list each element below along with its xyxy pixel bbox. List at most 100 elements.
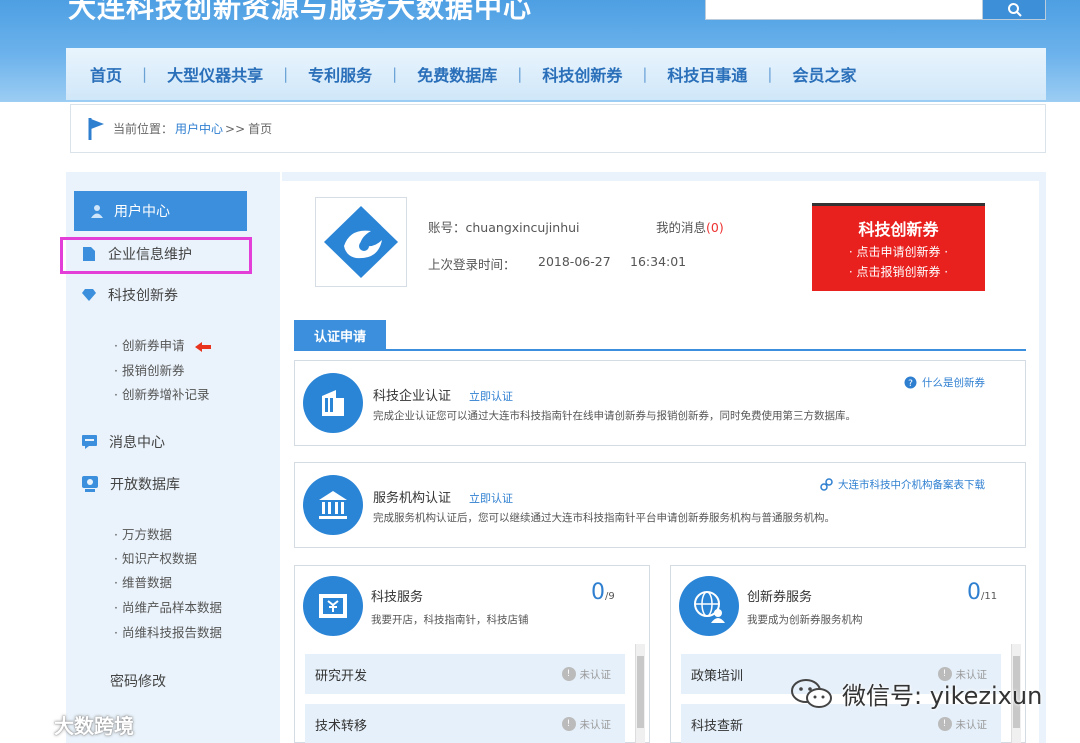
sidebar-subitem-voucher-reimburse[interactable]: · 报销创新券 (114, 360, 184, 379)
sidebar-item-open-database[interactable]: 开放数据库 (82, 474, 180, 494)
link-text: 大连市科技中介机构备案表下载 (838, 479, 985, 491)
service-row-tech-transfer[interactable]: 技术转移 ! 未认证 (305, 704, 625, 743)
sidebar-item-change-password[interactable]: 密码修改 (110, 671, 166, 691)
building-icon (303, 373, 363, 433)
nav-tech-encyclopedia[interactable]: 科技百事通 (647, 62, 767, 86)
messages-count: (0) (706, 220, 724, 235)
sidebar-subitem-wanfang[interactable]: · 万方数据 (114, 524, 172, 543)
company-logo-icon (324, 206, 398, 278)
watermark-text: 大数跨境 (54, 714, 134, 738)
search-input[interactable] (705, 0, 983, 20)
count-value: 0 (967, 580, 981, 605)
highlight-annotation (60, 237, 252, 274)
wechat-icon (791, 678, 832, 708)
messages-label: 我的消息 (656, 220, 707, 235)
breadcrumb: 当前位置： 用户中心 >> 首页 (70, 104, 1046, 153)
nav-patent-service[interactable]: 专利服务 (288, 62, 392, 86)
user-icon (91, 205, 103, 218)
bank-icon (303, 475, 363, 535)
status-text: 未认证 (579, 718, 612, 731)
info-icon: ! (561, 717, 576, 731)
certify-now-link[interactable]: 立即认证 (469, 390, 513, 403)
card-description: 完成企业认证您可以通过大连市科技指南针在线申请创新券与报销创新券，同时免费使用第… (373, 410, 856, 422)
innovation-voucher-banner: 科技创新券 · 点击申请创新券 · · 点击报销创新券 · (812, 203, 985, 291)
agency-form-download-link[interactable]: 大连市科技中介机构备案表下载 (820, 477, 985, 492)
tab-underline (294, 349, 1026, 351)
breadcrumb-user-center-link[interactable]: 用户中心 (175, 120, 223, 137)
card-description: 完成服务机构认证后，您可以继续通过大连市科技指南针平台申请创新券服务机构与普通服… (373, 512, 835, 524)
globe-user-icon (679, 576, 739, 636)
tab-certification[interactable]: 认证申请 (294, 320, 386, 350)
sidebar-item-label: 科技创新券 (108, 288, 178, 304)
site-header: 大连科技创新资源与服务大数据中心 首页 | 大型仪器共享 | 专利服务 | 免费… (0, 0, 1080, 102)
last-login-label: 上次登录时间： (428, 257, 516, 272)
card-title-text: 科技企业认证 (373, 389, 452, 404)
search-button[interactable] (982, 0, 1046, 20)
status-text: 未认证 (579, 668, 612, 681)
nav-free-database[interactable]: 免费数据库 (397, 62, 517, 86)
sidebar-item-message-center[interactable]: 消息中心 (82, 432, 165, 452)
watermark-text: 微信号: yikezixun (842, 682, 1043, 710)
what-is-voucher-link[interactable]: ? 什么是创新券 (904, 375, 985, 390)
sidebar-subitem-ip-data[interactable]: · 知识产权数据 (114, 548, 197, 567)
breadcrumb-current: 首页 (248, 122, 273, 136)
nav-home[interactable]: 首页 (66, 62, 142, 86)
watermark-logo-icon (11, 715, 50, 734)
sidebar-subitem-product-samples[interactable]: · 尚维产品样本数据 (114, 597, 222, 616)
row-label: 技术转移 (315, 718, 368, 734)
sidebar-subitem-tech-reports[interactable]: · 尚维科技报告数据 (114, 622, 222, 641)
company-certification-card: 科技企业认证 立即认证 完成企业认证您可以通过大连市科技指南针在线申请创新券与报销… (294, 360, 1026, 446)
sidebar-subitem-voucher-apply[interactable]: · 创新券申请 (114, 335, 212, 354)
scrollbar[interactable] (635, 644, 645, 743)
breadcrumb-separator: >> (225, 121, 246, 136)
status-text: 未认证 (955, 718, 988, 731)
nav-innovation-voucher[interactable]: 科技创新券 (522, 62, 642, 86)
sidebar-subitem-voucher-records[interactable]: · 创新券增补记录 (114, 384, 209, 403)
service-row-research[interactable]: 研究开发 ! 未认证 (305, 654, 625, 694)
sidebar-item-label: 用户中心 (114, 204, 170, 220)
search-icon (1008, 3, 1022, 17)
last-login-time: 16:34:01 (630, 254, 687, 269)
service-count: 0/11 (967, 580, 997, 605)
watermark-right: 微信号: yikezixun (790, 676, 1042, 711)
sidebar-item-innovation-voucher[interactable]: 科技创新券 (82, 285, 178, 305)
nav-instrument-sharing[interactable]: 大型仪器共享 (147, 62, 283, 86)
link-icon (820, 478, 833, 491)
panel-description: 我要成为创新券服务机构 (747, 614, 863, 626)
sidebar-item-label: 消息中心 (109, 435, 165, 451)
row-label: 政策培训 (691, 668, 744, 684)
diamond-icon (82, 289, 96, 301)
agency-certification-card: 服务机构认证 立即认证 完成服务机构认证后，您可以继续通过大连市科技指南针平台申请… (294, 462, 1026, 548)
count-total: /9 (605, 591, 615, 602)
info-icon: ! (937, 717, 952, 731)
panel-description: 我要开店，科技指南针，科技店铺 (371, 614, 529, 626)
voucher-service-panel: 创新券服务 我要成为创新券服务机构 0/11 政策培训 ! 未认证 科技查新 ! 未… (670, 565, 1026, 743)
my-messages[interactable]: 我的消息(0) (656, 217, 724, 236)
avatar (315, 197, 407, 287)
sidebar-subitem-vip-data[interactable]: · 维普数据 (114, 572, 172, 591)
watermark-left: 大数跨境 (10, 710, 134, 739)
hot-icon (195, 341, 212, 352)
card-title-text: 服务机构认证 (373, 491, 452, 506)
scrollbar-thumb[interactable] (637, 656, 644, 728)
flag-icon (88, 117, 104, 140)
card-title: 服务机构认证 立即认证 (373, 487, 513, 506)
service-count: 0/9 (591, 580, 615, 605)
nav-member-home[interactable]: 会员之家 (772, 62, 876, 86)
svg-text:?: ? (908, 379, 913, 389)
sidebar-subitem-label: · 创新券申请 (114, 338, 185, 353)
row-label: 科技查新 (691, 718, 744, 734)
site-title: 大连科技创新资源与服务大数据中心 (68, 0, 533, 24)
panel-title: 创新券服务 (747, 590, 813, 605)
panel-title: 科技服务 (371, 590, 424, 605)
count-total: /11 (981, 591, 998, 602)
voucher-reimburse-link[interactable]: · 点击报销创新券 · (812, 263, 985, 280)
count-value: 0 (591, 580, 605, 605)
certify-now-link[interactable]: 立即认证 (469, 492, 513, 505)
status-badge: ! 未认证 (561, 717, 612, 732)
voucher-apply-link[interactable]: · 点击申请创新券 · (812, 243, 985, 260)
account-info: 账号：chuangxincujinhui (428, 217, 580, 236)
sidebar-item-label: 开放数据库 (110, 477, 180, 493)
account-label: 账号： (428, 220, 466, 235)
sidebar-item-user-center[interactable]: 用户中心 (74, 191, 247, 231)
